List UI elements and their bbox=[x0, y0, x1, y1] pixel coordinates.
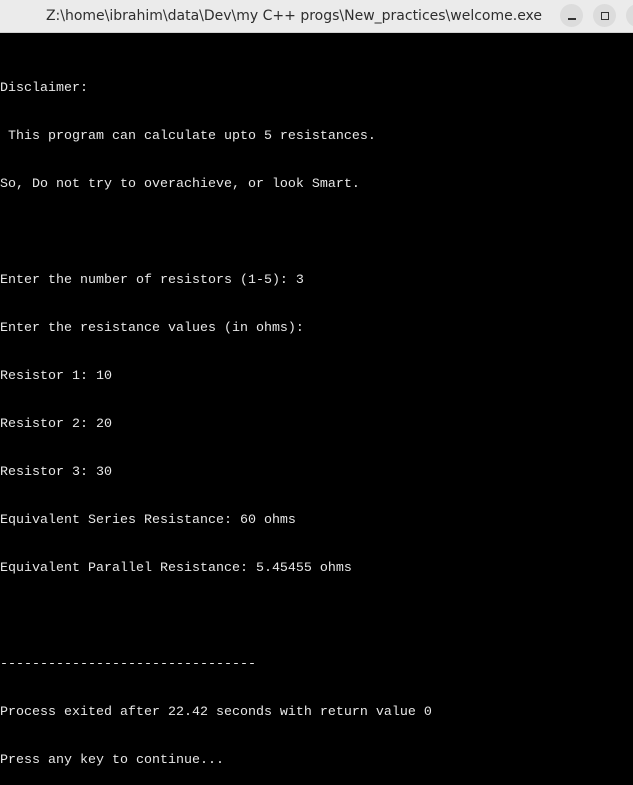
maximize-button[interactable] bbox=[593, 4, 616, 27]
maximize-icon bbox=[600, 11, 609, 20]
console-line: Equivalent Series Resistance: 60 ohms bbox=[0, 513, 296, 528]
console-separator: -------------------------------- bbox=[0, 657, 256, 672]
console-line: Equivalent Parallel Resistance: 5.45455 … bbox=[0, 561, 352, 576]
console-line: Resistor 1: 10 bbox=[0, 369, 112, 384]
console-line: Disclaimer: bbox=[0, 81, 88, 96]
minimize-icon bbox=[567, 18, 576, 20]
console-line: Resistor 2: 20 bbox=[0, 417, 112, 432]
console-line: Press any key to continue... bbox=[0, 753, 224, 768]
console-line: Enter the resistance values (in ohms): bbox=[0, 321, 304, 336]
console-output[interactable]: Disclaimer: This program can calculate u… bbox=[0, 49, 633, 785]
console-line: Process exited after 22.42 seconds with … bbox=[0, 705, 432, 720]
console-line: This program can calculate upto 5 resist… bbox=[0, 129, 376, 144]
console-line: So, Do not try to overachieve, or look S… bbox=[0, 177, 360, 192]
title-bar[interactable]: Z:\home\ibrahim\data\Dev\my C++ progs\Ne… bbox=[0, 0, 633, 33]
close-button[interactable] bbox=[626, 4, 633, 27]
minimize-button[interactable] bbox=[560, 4, 583, 27]
window-title: Z:\home\ibrahim\data\Dev\my C++ progs\Ne… bbox=[45, 8, 543, 24]
console-line: Resistor 3: 30 bbox=[0, 465, 112, 480]
console-line: Enter the number of resistors (1-5): 3 bbox=[0, 273, 304, 288]
